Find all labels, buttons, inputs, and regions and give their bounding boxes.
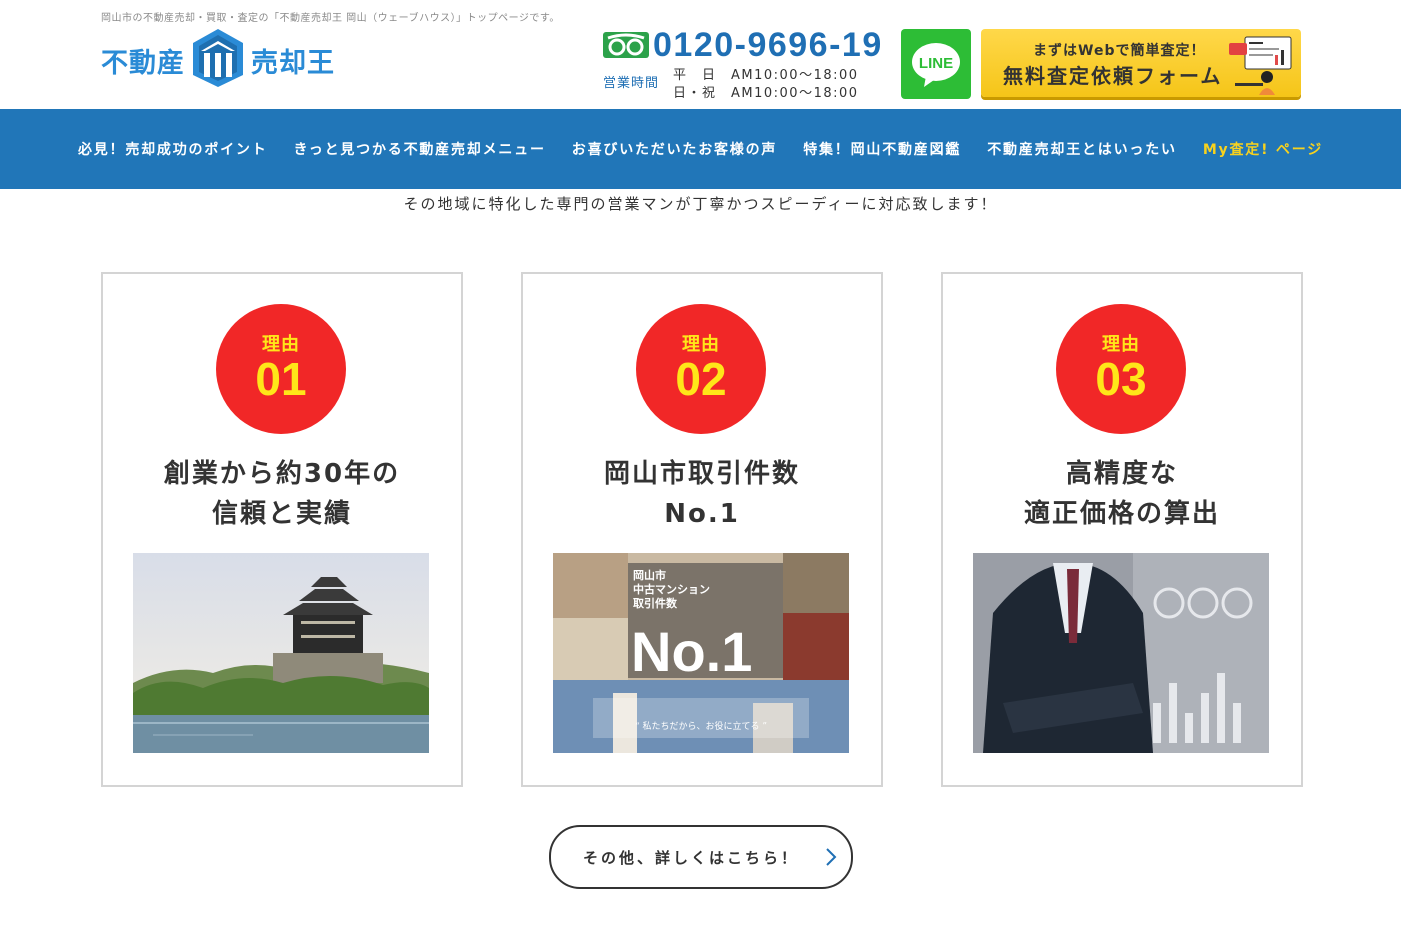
svg-text:“ 私たちだから、お役に立てる ”: “ 私たちだから、お役に立てる ” (635, 720, 767, 732)
businessman-analytics-photo (973, 553, 1269, 753)
reason-title: 岡山市取引件数 No.1 (603, 459, 800, 529)
reason-title: 創業から約30年の 信頼と実績 (163, 459, 401, 529)
house-logo-icon (191, 27, 245, 93)
svg-text:No.1: No.1 (631, 620, 752, 683)
logo-text-right: 売却王 (251, 47, 335, 79)
main-navigation: 必見！売却成功のポイント きっと見つかる不動産売却メニュー お喜びいただいたお客… (0, 109, 1401, 189)
nav-item-sale-menu[interactable]: きっと見つかる不動産売却メニュー (281, 139, 559, 159)
line-button[interactable]: LINE (901, 29, 971, 99)
nav-item-customer-voices[interactable]: お喜びいただいたお客様の声 (559, 139, 790, 159)
site-description: 岡山市の不動産売却・買取・査定の「不動産売却王 岡山（ウェーブハウス）」トップペ… (101, 13, 560, 24)
person-laptop-illustration-icon (1215, 33, 1295, 97)
form-button-subtitle: まずはWebで簡単査定！ (1033, 43, 1206, 59)
reason-badge: 理由 02 (636, 304, 766, 434)
svg-text:取引件数: 取引件数 (633, 596, 678, 610)
reason-badge-number: 03 (1095, 353, 1147, 405)
line-icon: LINE (912, 43, 960, 87)
svg-text:岡山市: 岡山市 (633, 568, 666, 582)
more-details-label: その他、詳しくはこちら！ (583, 849, 800, 867)
reason-card-1: 理由 01 創業から約30年の 信頼と実績 (101, 272, 463, 787)
okayama-castle-photo (133, 553, 429, 753)
phone-contact[interactable]: 0120-9696-19 営業時間 平 日 AM10:00〜18:00 日・祝 … (603, 26, 893, 101)
phone-number[interactable]: 0120-9696-19 (653, 26, 883, 65)
free-appraisal-form-button[interactable]: まずはWebで簡単査定！ 無料査定依頼フォーム (981, 29, 1301, 97)
chevron-right-icon (825, 847, 837, 871)
reason-title: 高精度な 適正価格の算出 (1023, 459, 1220, 529)
form-button-title: 無料査定依頼フォーム (1003, 64, 1223, 88)
nav-item-okayama-guide[interactable]: 特集！岡山不動産図鑑 (790, 139, 974, 159)
reason-card-3: 理由 03 高精度な 適正価格の算出 (941, 272, 1303, 787)
site-logo[interactable]: 不動産 売却王 (101, 28, 335, 92)
reason-card-2: 理由 02 岡山市取引件数 No.1 岡山市 中古マンション 取引件数 No.1… (521, 272, 883, 787)
logo-text-left: 不動産 (101, 47, 185, 79)
reason-badge: 理由 03 (1056, 304, 1186, 434)
business-hours-label: 営業時間 (603, 76, 660, 91)
hours-weekday: 平 日 AM10:00〜18:00 (673, 68, 859, 83)
hours-holiday: 日・祝 AM10:00〜18:00 (673, 86, 859, 101)
mansion-no1-promo-image: 岡山市 中古マンション 取引件数 No.1 “ 私たちだから、お役に立てる ” (553, 553, 849, 753)
more-details-button[interactable]: その他、詳しくはこちら！ (549, 825, 853, 889)
nav-item-about[interactable]: 不動産売却王とはいったい (974, 139, 1190, 159)
reason-badge-number: 02 (675, 353, 727, 405)
section-tagline: その地域に特化した専門の営業マンが丁寧かつスピーディーに対応致します！ (403, 195, 998, 213)
nav-item-my-appraisal[interactable]: My査定! ページ (1190, 139, 1336, 159)
reason-badge-number: 01 (255, 353, 307, 405)
svg-text:中古マンション: 中古マンション (633, 582, 710, 596)
freedial-icon (603, 32, 649, 64)
nav-item-success-points[interactable]: 必見！売却成功のポイント (65, 139, 281, 159)
svg-text:LINE: LINE (919, 55, 953, 72)
reason-badge: 理由 01 (216, 304, 346, 434)
